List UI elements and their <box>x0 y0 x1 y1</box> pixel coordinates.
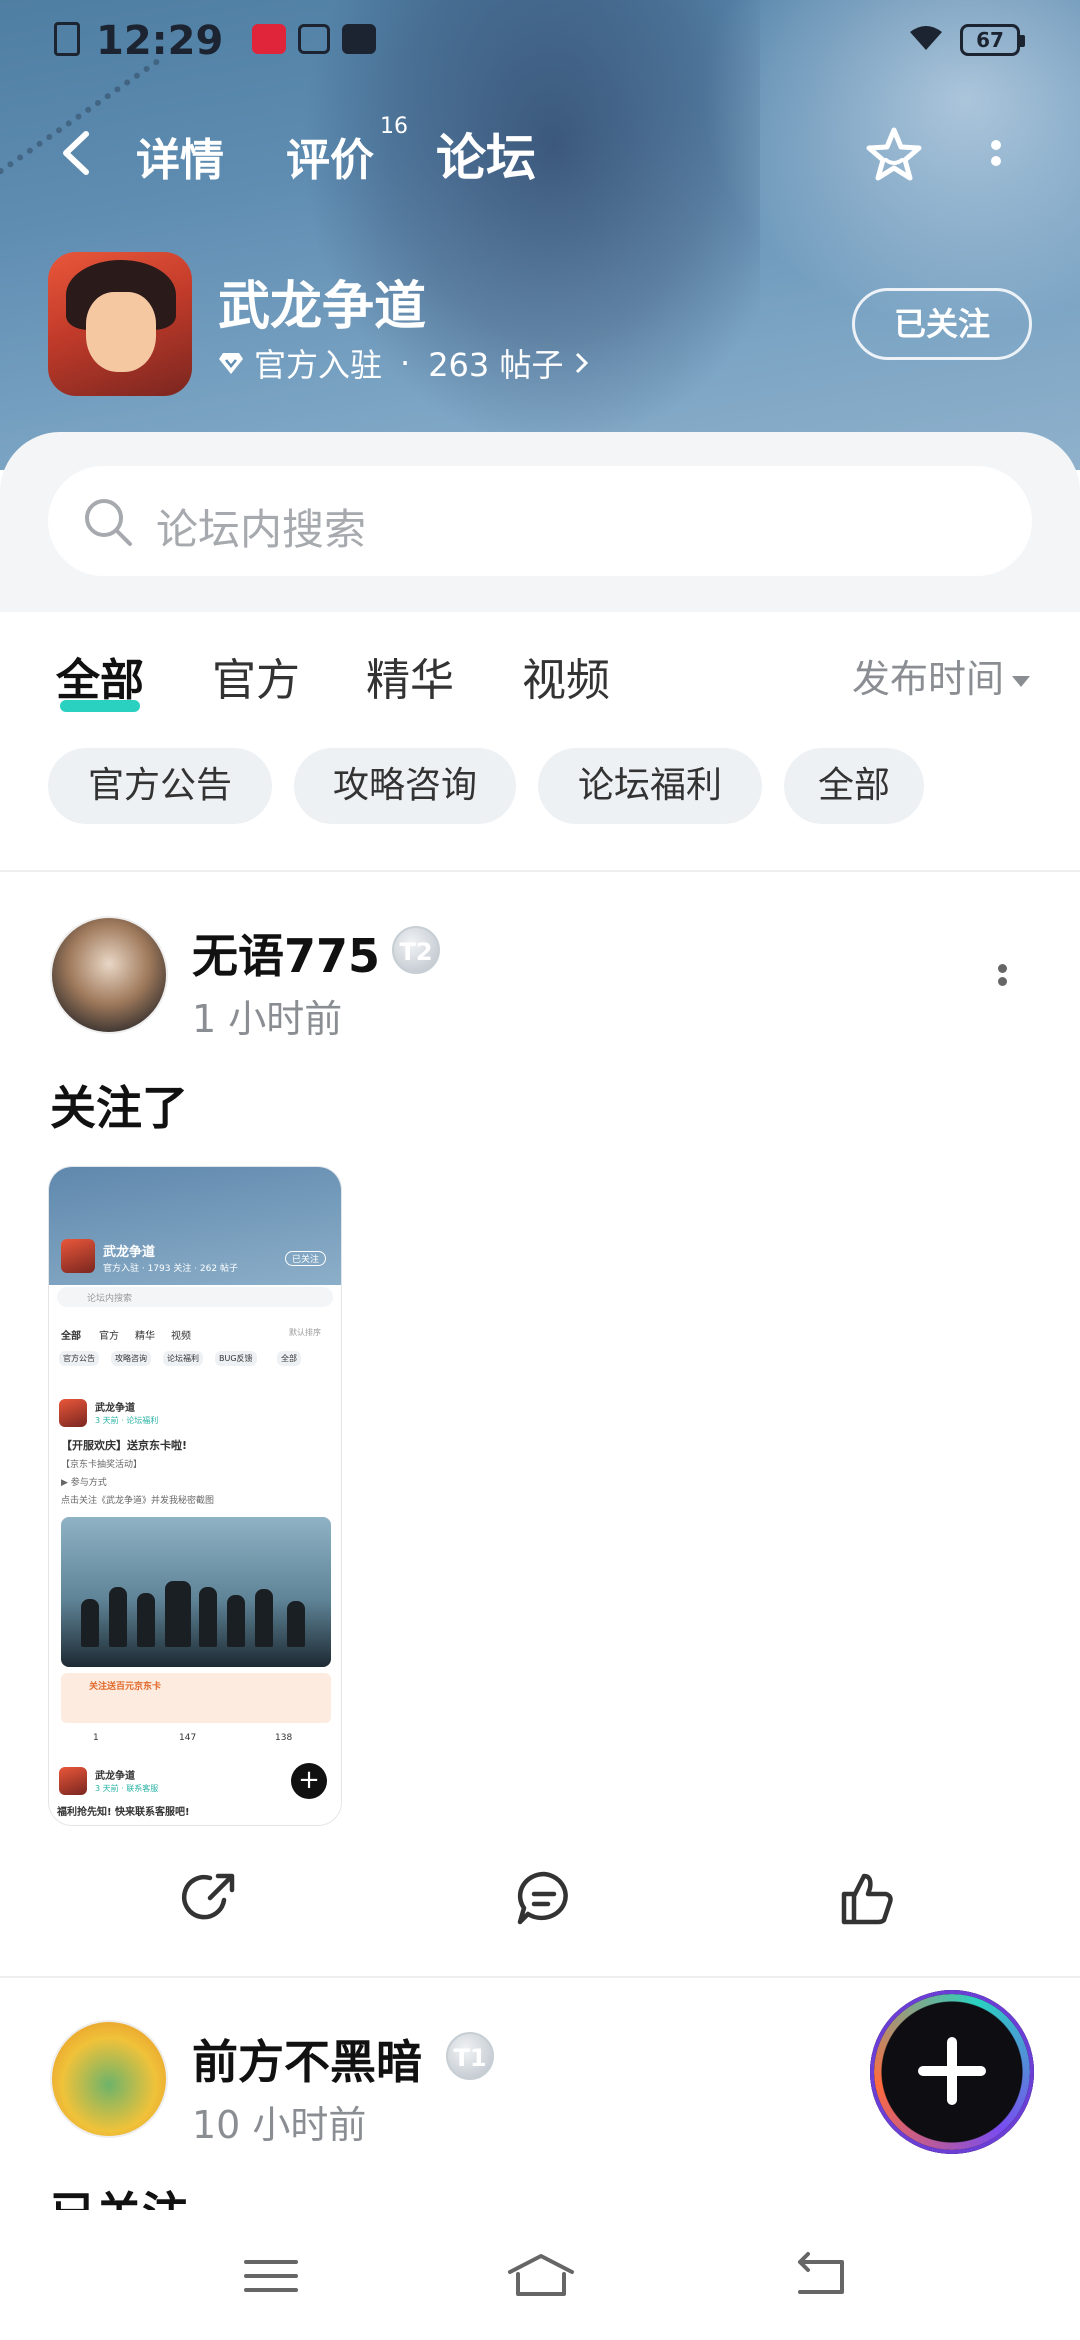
avatar[interactable] <box>50 2020 168 2138</box>
thumb-post-desc: 点击关注《武龙争道》并发我秘密截图 <box>61 1496 215 1506</box>
thumb-sort: 默认排序 <box>289 1328 321 1337</box>
new-post-fab-button[interactable] <box>870 1990 1034 2154</box>
sort-dropdown[interactable]: 发布时间 <box>852 648 1031 703</box>
thumb-post-sub: 【京东卡抽奖活动】 <box>61 1460 143 1470</box>
thumb-share-count: 1 <box>93 1733 99 1743</box>
thumb-follow: 已关注 <box>285 1251 327 1266</box>
home-icon[interactable] <box>506 2250 576 2300</box>
search-placeholder: 论坛内搜索 <box>156 505 367 554</box>
post-username[interactable]: 无语775 <box>192 920 380 986</box>
thumb-like-count: 138 <box>275 1733 293 1743</box>
sim-icon <box>54 22 80 56</box>
user-level-badge: T2 <box>392 926 440 974</box>
post-more-icon[interactable] <box>996 960 1008 996</box>
search-icon <box>85 499 132 546</box>
chip-forum-welfare[interactable]: 论坛福利 <box>538 748 762 824</box>
thumb-chip: 论坛福利 <box>163 1351 203 1366</box>
forum-sub-tabs: 全部 官方 精华 视频 发布时间 <box>0 612 1080 722</box>
thumb-tab: 全部 <box>61 1331 81 1342</box>
thumb-chip: 官方公告 <box>59 1351 99 1366</box>
notification-icon <box>298 24 330 54</box>
chip-strategy[interactable]: 攻略咨询 <box>294 748 516 824</box>
comment-icon[interactable] <box>514 1868 574 1928</box>
system-navigation-bar <box>0 2210 1080 2340</box>
thumb-tab: 官方 <box>99 1331 119 1342</box>
tab-reviews[interactable]: 评价 16 <box>286 114 408 188</box>
reviews-count-badge: 16 <box>380 114 408 139</box>
tab-forum[interactable]: 论坛 <box>430 118 542 196</box>
caret-down-icon <box>1012 676 1031 687</box>
diamond-verified-icon <box>219 353 243 374</box>
divider <box>0 870 1080 872</box>
thumb-plus-icon: + <box>291 1763 327 1799</box>
subtab-videos[interactable]: 视频 <box>522 644 610 708</box>
menu-icon[interactable] <box>236 2250 306 2300</box>
forum-meta: 官方入驻 · 263 帖子 <box>218 340 591 386</box>
thumb-chip: BUG反馈 <box>215 1351 257 1366</box>
thumb-search-text: 论坛内搜索 <box>87 1294 133 1304</box>
thumb-post2-title: 福利抢先知! 快来联系客服吧! <box>57 1807 190 1818</box>
post-time: 10 小时前 <box>192 2103 367 2147</box>
thumb-meta: 官方入驻 · 1793 关注 · 262 帖子 <box>103 1264 238 1274</box>
search-input[interactable]: 论坛内搜索 <box>48 466 1032 576</box>
post-time: 1 小时前 <box>192 997 343 1041</box>
more-options-icon[interactable] <box>988 134 1004 180</box>
thumb-forum-name: 武龙争道 <box>103 1245 156 1260</box>
like-thumbs-up-icon[interactable] <box>836 1868 896 1928</box>
thumb-chip: 全部 <box>277 1351 301 1366</box>
thumb-comment-count: 147 <box>179 1733 197 1743</box>
subtab-official[interactable]: 官方 <box>212 644 300 708</box>
game-app-icon <box>48 252 192 396</box>
thumb-post-title: 【开服欢庆】送京东卡啦! <box>61 1439 188 1452</box>
post-text[interactable]: 关注了 <box>50 1072 188 1138</box>
thumb-app-icon <box>61 1239 95 1273</box>
share-icon[interactable] <box>180 1868 240 1928</box>
follow-button[interactable]: 已关注 <box>852 288 1032 360</box>
thumb-post-art <box>61 1517 331 1667</box>
chevron-right-icon <box>576 352 589 374</box>
official-label: 官方入驻 <box>254 346 383 384</box>
forum-title: 武龙争道 <box>218 277 427 337</box>
thumb-tab: 精华 <box>135 1331 155 1342</box>
divider <box>0 1976 1080 1978</box>
wifi-icon <box>910 26 942 50</box>
plus-icon-vertical <box>947 2037 957 2105</box>
star-favorite-icon[interactable] <box>862 124 926 188</box>
notification-app-icon <box>252 24 286 54</box>
meta-separator: · <box>400 344 411 382</box>
back-arrow-icon[interactable] <box>56 128 96 178</box>
battery-icon: 67 <box>960 24 1025 56</box>
thumb-post-line: ▶ 参与方式 <box>61 1478 107 1488</box>
thumb-post-author: 武龙争道 <box>95 1403 135 1414</box>
thumb-post-time: 3 天前 · 论坛福利 <box>95 1416 159 1425</box>
status-bar: 12:29 67 <box>0 0 1080 84</box>
post-image-thumbnail[interactable]: 武龙争道 官方入驻 · 1793 关注 · 262 帖子 已关注 论坛内搜索 全… <box>48 1166 342 1826</box>
thumb-post2-time: 3 天前 · 联系客服 <box>95 1784 159 1793</box>
tab-details[interactable]: 详情 <box>136 124 224 188</box>
top-navigation: 详情 评价 16 论坛 <box>0 110 1080 200</box>
category-chips: 官方公告 攻略咨询 论坛福利 全部 <box>0 722 1080 872</box>
post-actions <box>0 1856 1080 1940</box>
post-count-link[interactable]: 263 帖子 <box>428 340 563 386</box>
thumb-post2-avatar <box>59 1767 87 1795</box>
thumb-tab: 视频 <box>171 1331 191 1342</box>
user-level-badge: T1 <box>446 2032 494 2080</box>
subtab-all[interactable]: 全部 <box>56 644 144 712</box>
chip-all[interactable]: 全部 <box>784 748 924 824</box>
notification-icon <box>342 24 376 54</box>
thumb-post-avatar <box>59 1399 87 1427</box>
subtab-featured[interactable]: 精华 <box>366 644 454 708</box>
thumb-chip: 攻略咨询 <box>111 1351 151 1366</box>
avatar[interactable] <box>50 916 168 1034</box>
chip-official-announcement[interactable]: 官方公告 <box>48 748 272 824</box>
back-icon[interactable] <box>786 2250 856 2300</box>
status-time: 12:29 <box>96 18 224 64</box>
thumb-banner-text: 关注送百元京东卡 <box>89 1682 162 1692</box>
thumb-post2-author: 武龙争道 <box>95 1771 135 1782</box>
post-username[interactable]: 前方不黑暗 <box>192 2026 422 2092</box>
